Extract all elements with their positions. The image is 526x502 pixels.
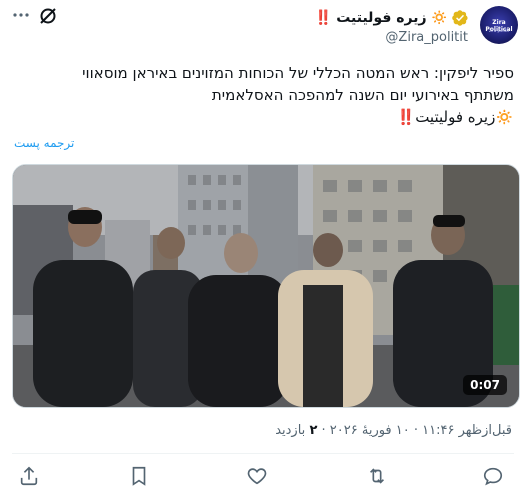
- video-player[interactable]: 0:07: [12, 164, 520, 408]
- more-options-icon[interactable]: [10, 4, 32, 26]
- meta-separator: ·: [317, 423, 330, 438]
- tweet-text-line-1: ספיר ליפקין: ראש המטה הכללי של הכוחות המ…: [82, 64, 514, 82]
- action-bar: [0, 465, 526, 495]
- heart-icon[interactable]: [246, 465, 272, 491]
- divider: [12, 453, 514, 454]
- account-handle[interactable]: @Zira_politit: [385, 30, 468, 45]
- name-emoji-mark: ‼️: [314, 10, 333, 26]
- tweet-text-line-2: משתתף באירועי יום השנה למהפכה האסלאמית: [211, 86, 514, 104]
- translate-post-link[interactable]: ترجمه پست: [14, 136, 74, 150]
- account-avatar[interactable]: Zira Political zira politit: [480, 6, 518, 44]
- video-duration-badge: 0:07: [463, 375, 507, 395]
- bookmark-icon[interactable]: [128, 465, 154, 491]
- tweet-text: ספיר ליפקין: ראש המטה הכללי של הכוחות המ…: [14, 62, 514, 128]
- name-emoji-sun: 🔅: [430, 10, 448, 26]
- retweet-icon[interactable]: [366, 465, 392, 491]
- video-frame: [13, 165, 519, 407]
- grok-icon[interactable]: [38, 6, 58, 26]
- views-label: بازدید: [275, 423, 306, 438]
- tweet-meta: قبل‌ازظهر ۱۱:۴۶ · ۱۰ فوریهٔ ۲۰۲۶ · ۲ باز…: [275, 423, 512, 438]
- display-name-row[interactable]: ‼️ زیره فولیتیت 🔅: [315, 8, 468, 28]
- verified-badge-icon[interactable]: [452, 10, 468, 26]
- avatar-brand-subtext: zira politit: [488, 28, 510, 33]
- tweet-text-line-3: 🔅زیره فولیتیت‼️: [396, 108, 514, 126]
- display-name[interactable]: زیره فولیتیت: [336, 10, 426, 26]
- reply-icon[interactable]: [482, 465, 508, 491]
- tweet-timestamp[interactable]: قبل‌ازظهر ۱۱:۴۶ · ۱۰ فوریهٔ ۲۰۲۶: [330, 423, 512, 438]
- share-icon[interactable]: [18, 465, 44, 491]
